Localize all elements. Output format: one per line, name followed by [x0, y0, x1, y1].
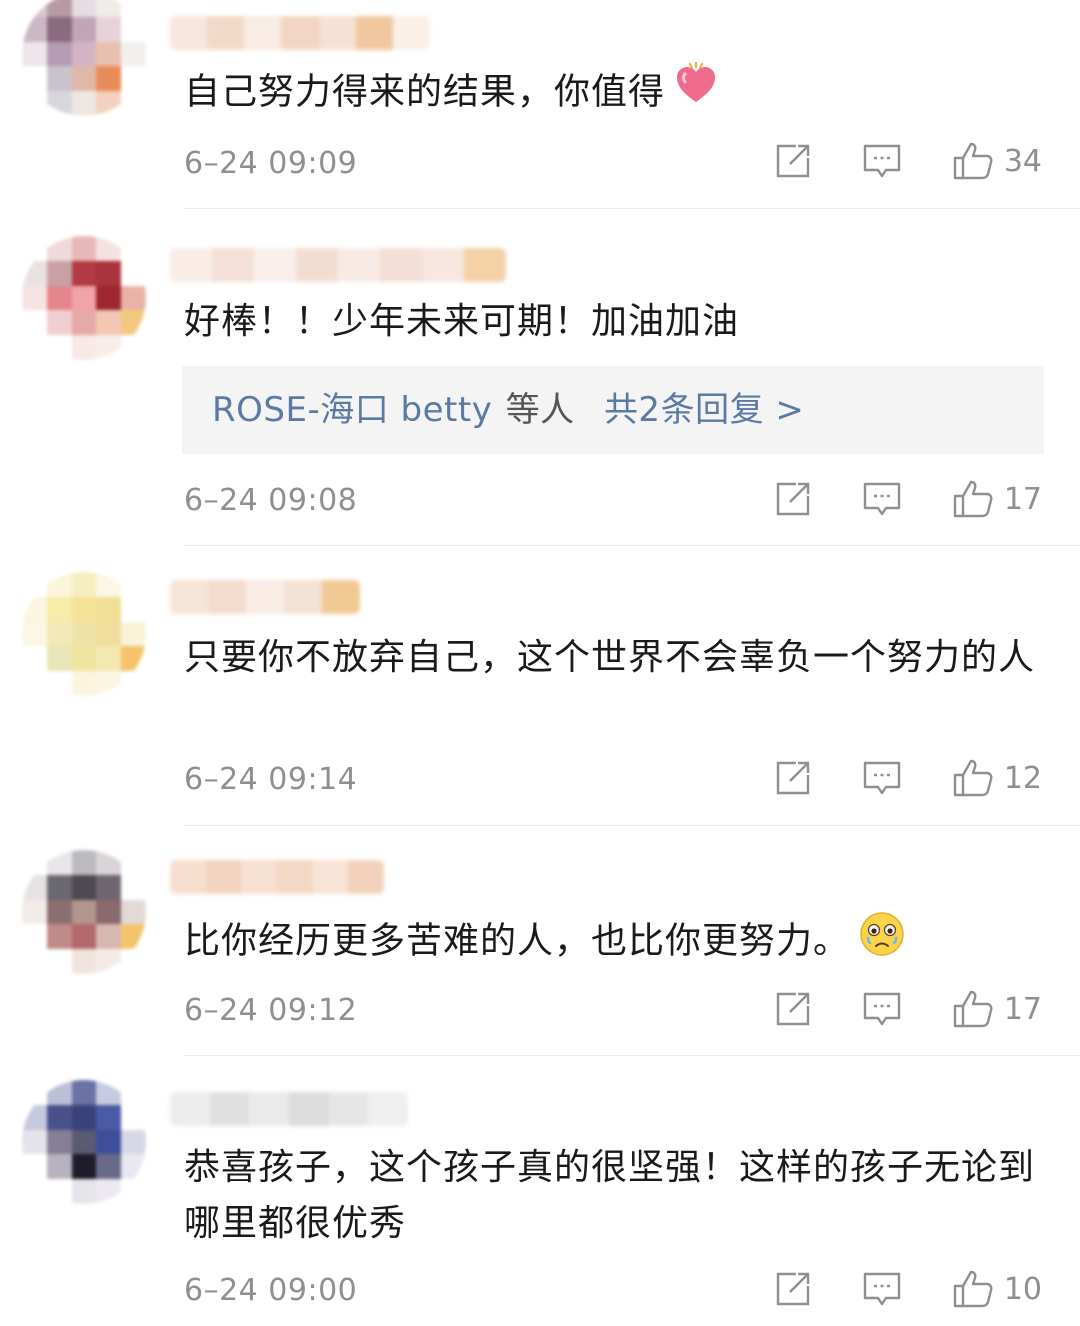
username-blurred[interactable]	[170, 860, 384, 894]
like-button[interactable]: 12	[952, 757, 1042, 799]
divider	[184, 1055, 1080, 1056]
like-count: 34	[1003, 143, 1042, 179]
comment-icon[interactable]	[862, 480, 902, 518]
comment-time: 6–24 09:12	[184, 993, 358, 1028]
username-blurred[interactable]	[170, 580, 360, 614]
like-button[interactable]: 17	[952, 988, 1042, 1030]
comment-text: 自己努力得来的结果，你值得	[184, 61, 1044, 125]
comment-icon[interactable]	[862, 990, 902, 1028]
share-icon[interactable]	[774, 480, 812, 518]
reply-summary-text: ROSE-海口 betty 等人 共2条回复 >	[212, 366, 804, 454]
comment-text: 好棒！！少年未来可期！加油加油	[184, 301, 740, 342]
share-icon[interactable]	[774, 142, 812, 180]
comment-time: 6–24 09:09	[184, 146, 358, 181]
like-count: 12	[1003, 760, 1042, 796]
like-button[interactable]: 10	[952, 1268, 1042, 1310]
thumbs-up-icon	[952, 757, 994, 799]
avatar[interactable]	[22, 572, 146, 696]
thumbs-up-icon	[952, 988, 994, 1030]
reply-mid: 等人	[505, 390, 575, 430]
avatar[interactable]	[22, 0, 146, 116]
teary-face-emoji-icon	[858, 910, 906, 975]
thumbs-up-icon	[952, 1268, 994, 1310]
thumbs-up-icon	[952, 478, 994, 520]
like-count: 17	[1003, 481, 1042, 517]
share-icon[interactable]	[774, 1270, 812, 1308]
like-button[interactable]: 17	[952, 478, 1042, 520]
comment-icon[interactable]	[862, 759, 902, 797]
share-icon[interactable]	[774, 990, 812, 1028]
avatar[interactable]	[22, 1080, 146, 1204]
username-blurred[interactable]	[170, 1092, 408, 1126]
comment-time: 6–24 09:00	[184, 1273, 358, 1308]
divider	[184, 545, 1080, 546]
view-replies-link[interactable]: 共2条回复 >	[604, 390, 804, 430]
like-count: 10	[1003, 1271, 1042, 1307]
reply-summary[interactable]: ROSE-海口 betty 等人 共2条回复 >	[182, 366, 1044, 454]
divider	[184, 208, 1080, 209]
comment-icon[interactable]	[862, 1270, 902, 1308]
comment-icon[interactable]	[862, 142, 902, 180]
username-blurred[interactable]	[170, 248, 506, 282]
username-blurred[interactable]	[170, 16, 430, 50]
like-button[interactable]: 34	[952, 140, 1042, 182]
thumbs-up-icon	[952, 140, 994, 182]
comment-text: 比你经历更多苦难的人，也比你更努力。	[184, 910, 1044, 975]
reply-users: ROSE-海口 betty	[212, 390, 493, 430]
comment-text: 只要你不放弃自己，这个世界不会辜负一个努力的人	[184, 637, 1036, 678]
like-count: 17	[1003, 991, 1042, 1027]
avatar[interactable]	[22, 850, 146, 974]
comment-text: 恭喜孩子，这个孩子真的很坚强！这样的孩子无论到哪里都很优秀	[184, 1147, 1036, 1244]
comment-time: 6–24 09:08	[184, 483, 358, 518]
comment-time: 6–24 09:14	[184, 762, 358, 797]
divider	[184, 825, 1080, 826]
heart-emoji-icon	[673, 61, 719, 125]
share-icon[interactable]	[774, 759, 812, 797]
avatar[interactable]	[22, 236, 146, 360]
